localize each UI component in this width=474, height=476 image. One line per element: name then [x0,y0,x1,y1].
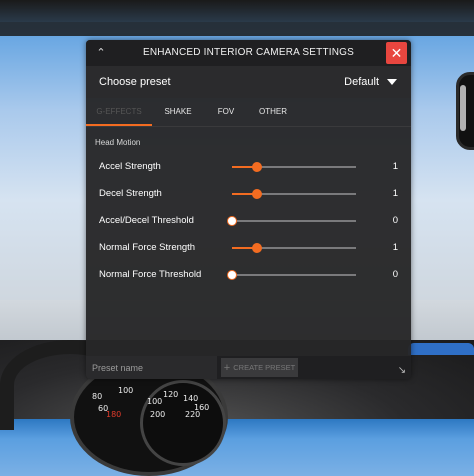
active-tab-indicator [86,124,152,126]
slider-row-normal-force-threshold: Normal Force Threshold 0 [86,265,411,285]
slider-track[interactable] [232,189,356,199]
gauge-number: 80 [92,392,103,401]
plus-icon: + [223,362,231,374]
slider-knob[interactable] [251,189,262,199]
slider-row-decel-strength: Decel Strength 1 [86,184,411,204]
slider-label: Decel Strength [99,188,162,199]
tab-bar: G-EFFECTS SHAKE FOV OTHER [86,98,411,127]
gauge-number: 100 [147,397,163,406]
gauge-number: 180 [106,410,122,419]
slider-value: 0 [392,215,398,226]
slider-label: Normal Force Threshold [99,269,202,280]
tab-shake[interactable]: SHAKE [154,98,202,126]
slider-knob[interactable] [251,243,262,253]
gauge-number: 200 [150,410,166,419]
slider-track[interactable] [227,216,356,226]
windshield-top [0,0,474,22]
caret-down-icon [387,79,397,86]
slider-value: 1 [392,161,398,172]
preset-label: Choose preset [99,76,171,88]
close-icon[interactable]: ✕ [386,42,407,64]
slider-knob[interactable] [227,270,237,280]
preset-dropdown[interactable]: Default [344,66,397,98]
create-preset-label: CREATE PRESET [233,363,296,372]
car-hood-strip [408,343,474,355]
gauge-number: 140 [183,394,199,403]
slider-value: 1 [392,188,398,199]
footer-bar: +CREATE PRESET ↘ [86,356,411,379]
slider-label: Accel Strength [99,161,161,172]
slider-label: Accel/Decel Threshold [99,215,194,226]
window-title: ENHANCED INTERIOR CAMERA SETTINGS [142,47,355,58]
preset-selected-value: Default [344,76,379,88]
slider-row-accel-decel-threshold: Accel/Decel Threshold 0 [86,211,411,231]
camera-settings-window: ⌃ ENHANCED INTERIOR CAMERA SETTINGS ✕ Ch… [86,40,411,379]
gauge-number: 100 [118,386,134,395]
slider-label: Normal Force Strength [99,242,196,253]
chevron-up-icon[interactable]: ⌃ [94,45,108,61]
title-bar[interactable]: ⌃ ENHANCED INTERIOR CAMERA SETTINGS ✕ [86,40,411,66]
tab-g-effects[interactable]: G-EFFECTS [86,98,152,126]
slider-track[interactable] [232,162,356,172]
resize-icon[interactable]: ↘ [396,365,408,377]
tab-other[interactable]: OTHER [250,98,296,126]
slider-track[interactable] [232,243,356,253]
preset-name-input[interactable] [86,356,217,379]
speedometer [140,380,226,466]
section-title: Head Motion [95,138,141,147]
tab-fov[interactable]: FOV [204,98,248,126]
slider-knob[interactable] [251,162,262,172]
windshield-frame [0,22,474,36]
slider-value: 1 [392,242,398,253]
slider-row-accel-strength: Accel Strength 1 [86,157,411,177]
gauge-number: 220 [185,410,201,419]
slider-track[interactable] [227,270,356,280]
preset-row: Choose preset Default [86,66,411,98]
slider-value: 0 [392,269,398,280]
gauge-number: 120 [163,390,179,399]
slider-row-normal-force-strength: Normal Force Strength 1 [86,238,411,258]
create-preset-button[interactable]: + CREATE PRESET [221,358,298,377]
slider-knob[interactable] [227,216,237,226]
mirror-glare [460,85,466,131]
